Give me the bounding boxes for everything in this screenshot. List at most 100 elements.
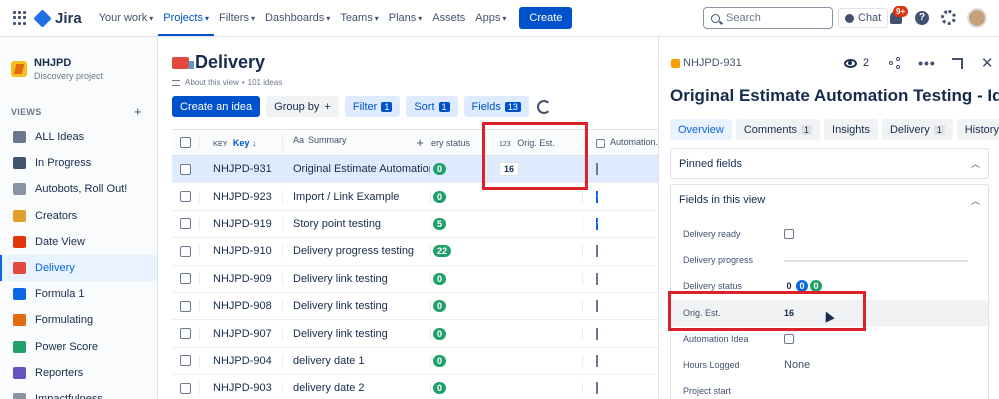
cell-delivery-status[interactable]: 5 [430,217,486,230]
row-checkbox[interactable] [180,328,191,340]
cell-summary[interactable]: Import / Link Example [282,190,430,203]
select-all-checkbox[interactable] [180,137,191,148]
search-input[interactable]: Search [703,7,833,29]
cell-key[interactable]: NHJPD-923 [199,190,282,203]
cell-summary[interactable]: Story point testing [282,217,430,230]
automation-checkbox[interactable] [596,272,598,285]
nav-item-apps[interactable]: Apps ▾ [470,0,511,36]
table-row[interactable]: NHJPD-903 delivery date 20 [172,375,658,399]
cell-delivery-status[interactable]: 0 [430,354,486,367]
app-switcher-icon[interactable] [13,11,27,25]
group-by-button[interactable]: Group by + [266,96,339,117]
cell-key[interactable]: NHJPD-908 [199,300,282,313]
automation-checkbox[interactable] [596,354,598,367]
table-row[interactable]: NHJPD-909 Delivery link testing 0 [172,266,658,293]
automation-checkbox[interactable] [596,163,598,176]
row-checkbox[interactable] [180,218,191,230]
cell-delivery-status[interactable]: 0 [430,272,486,285]
tab-insights[interactable]: Insights [824,119,878,140]
row-checkbox[interactable] [180,355,191,367]
cell-key[interactable]: NHJPD-919 [199,217,282,230]
column-header-automation[interactable]: Automation... [582,137,658,148]
table-row[interactable]: NHJPD-904 delivery date 10 [172,348,658,376]
sidebar-item-formula-1[interactable]: Formula 1 [0,281,157,307]
watchers-count[interactable]: 2 [863,57,869,69]
add-view-button[interactable]: + [134,104,142,119]
cell-key[interactable]: NHJPD-904 [199,354,282,367]
cell-summary[interactable]: Delivery progress testing [282,245,430,258]
table-row[interactable]: NHJPD-910 Delivery progress testing 22 [172,238,658,266]
automation-idea-checkbox[interactable] [784,334,794,344]
user-avatar[interactable] [967,8,987,28]
cell-summary[interactable]: Delivery link testing [282,327,430,340]
table-row[interactable]: NHJPD-907 Delivery link testing 0 [172,320,658,348]
sidebar-item-in-progress[interactable]: In Progress [0,150,157,176]
chat-button[interactable]: Chat [838,8,889,28]
cell-key[interactable]: NHJPD-910 [199,245,282,258]
page-title[interactable]: Delivery [195,52,265,73]
fields-button[interactable]: Fields 13 [463,96,529,117]
column-header-summary[interactable]: Aa Summary + [282,135,430,150]
add-column-icon[interactable]: + [416,135,424,150]
automation-checkbox[interactable] [596,300,598,313]
nav-item-projects[interactable]: Projects ▾ [158,0,214,36]
sidebar-item-date-view[interactable]: Date View [0,229,157,255]
row-checkbox[interactable] [180,273,191,285]
detail-issue-key[interactable]: NHJPD-931 [671,57,742,69]
sidebar-item-all-ideas[interactable]: ALL Ideas [0,124,157,150]
settings-gear-icon[interactable] [941,10,956,25]
delivery-ready-checkbox[interactable] [784,229,794,239]
nav-item-filters[interactable]: Filters ▾ [214,0,260,36]
column-header-delivery-status[interactable]: ery status [430,137,486,148]
expand-icon[interactable] [951,57,963,69]
automation-checkbox[interactable] [596,217,598,230]
nav-item-plans[interactable]: Plans ▾ [384,0,428,36]
cell-delivery-status[interactable]: 22 [430,245,486,258]
automation-checkbox[interactable] [596,327,598,340]
hours-logged-value[interactable]: None [784,359,810,371]
tab-comments[interactable]: Comments 1 [735,119,821,140]
nav-item-your-work[interactable]: Your work ▾ [94,0,159,36]
row-checkbox[interactable] [180,382,191,394]
more-actions-icon[interactable]: ••• [918,55,936,71]
sidebar-item-impactfulness[interactable]: Impactfulness [0,386,157,399]
row-checkbox[interactable] [180,245,191,257]
project-header[interactable]: NHJPD Discovery project [11,57,103,81]
cell-key[interactable]: NHJPD-909 [199,272,282,285]
sidebar-item-formulating[interactable]: Formulating [0,307,157,333]
filter-button[interactable]: Filter 1 [344,96,401,117]
nav-item-dashboards[interactable]: Dashboards ▾ [260,0,335,36]
detail-title[interactable]: Original Estimate Automation Testing - I… [670,86,999,106]
jira-logo[interactable]: Jira [33,8,82,28]
about-this-view-link[interactable]: About this view [185,78,239,87]
sidebar-item-creators[interactable]: Creators [0,203,157,229]
cell-summary[interactable]: Original Estimate Automation Testing [282,163,430,176]
close-icon[interactable]: ✕ [981,54,994,72]
cell-key[interactable]: NHJPD-931 [199,163,282,176]
cell-summary[interactable]: Delivery link testing [282,300,430,313]
cell-delivery-status[interactable]: 0 [430,327,486,340]
sidebar-item-power-score[interactable]: Power Score [0,334,157,360]
automation-checkbox[interactable] [596,245,598,258]
sidebar-item-autobots-roll-out[interactable]: Autobots, Roll Out! [0,176,157,202]
tab-delivery[interactable]: Delivery 1 [881,119,953,140]
pinned-fields-section[interactable]: Pinned fields ︿ [670,148,989,179]
cell-summary[interactable]: delivery date 1 [282,354,430,367]
automation-checkbox[interactable] [596,382,598,395]
cell-delivery-status[interactable]: 0 [430,382,486,395]
create-idea-button[interactable]: Create an idea [172,96,261,117]
fields-in-view-section[interactable]: Fields in this view ︿ [670,184,989,215]
sidebar-item-delivery[interactable]: Delivery [0,254,157,282]
share-icon[interactable] [889,57,901,69]
sidebar-item-reporters[interactable]: Reporters [0,360,157,386]
cell-summary[interactable]: delivery date 2 [282,382,430,395]
cell-key[interactable]: NHJPD-907 [199,327,282,340]
cell-delivery-status[interactable]: 0 [430,190,486,203]
row-checkbox[interactable] [180,191,191,203]
table-row[interactable]: NHJPD-908 Delivery link testing 0 [172,293,658,321]
row-checkbox[interactable] [180,300,191,312]
help-icon[interactable]: ? [915,11,929,25]
row-checkbox[interactable] [180,163,191,175]
sort-button[interactable]: Sort 1 [406,96,458,117]
cell-delivery-status[interactable]: 0 [430,163,486,176]
